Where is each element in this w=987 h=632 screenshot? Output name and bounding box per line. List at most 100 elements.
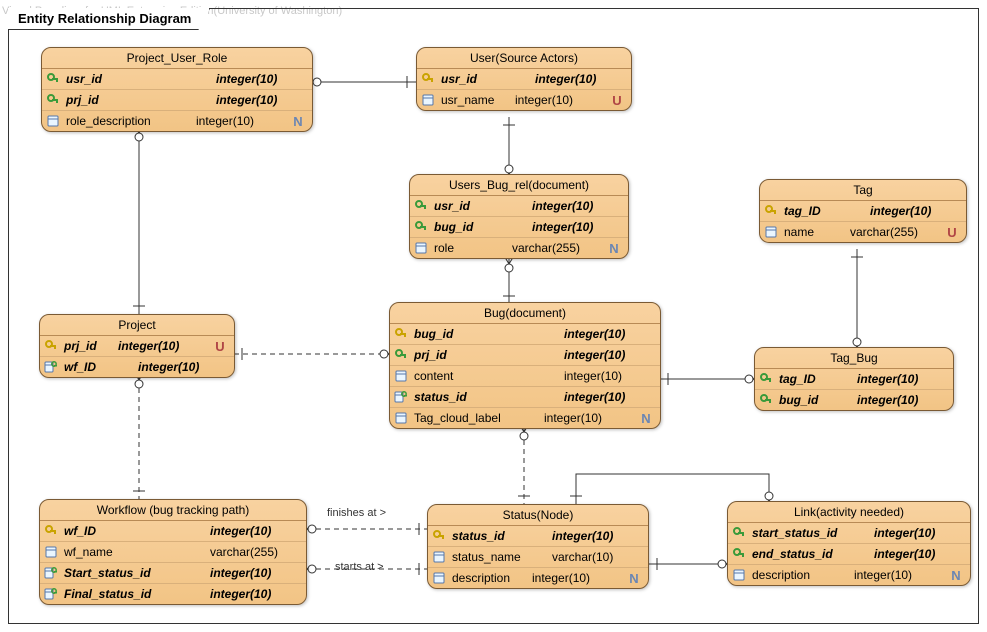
column-name: description [452, 571, 532, 585]
column-name: bug_id [434, 220, 532, 234]
column-row: usr_idinteger(10) [417, 69, 631, 90]
column-row: bug_idinteger(10) [390, 324, 660, 345]
column-type: integer(10) [535, 72, 625, 86]
column-fk-icon [44, 565, 60, 581]
column-name: prj_id [414, 348, 564, 362]
key-icon [432, 528, 448, 544]
column-type: integer(10) [138, 360, 228, 374]
column-type: integer(10) [564, 390, 654, 404]
column-icon [421, 92, 437, 108]
column-row: prj_idinteger(10) [390, 345, 660, 366]
column-row: status_idinteger(10) [428, 526, 648, 547]
key-icon [764, 203, 780, 219]
badge-nullable: N [626, 570, 642, 586]
column-row: bug_idinteger(10) [410, 217, 628, 238]
column-row: descriptioninteger(10)N [428, 568, 648, 588]
column-type: integer(10) [210, 524, 300, 538]
column-name: status_id [452, 529, 552, 543]
column-type: integer(10) [118, 339, 208, 353]
column-row: role_descriptioninteger(10) N [42, 111, 312, 131]
column-type: integer(10) [210, 566, 300, 580]
column-row: end_status_idinteger(10) [728, 544, 970, 565]
column-name: bug_id [779, 393, 857, 407]
column-row: rolevarchar(255)N [410, 238, 628, 258]
entity-title: Project_User_Role [42, 48, 312, 69]
column-row: wf_IDinteger(10) [40, 521, 306, 542]
column-name: bug_id [414, 327, 564, 341]
column-icon [432, 549, 448, 565]
fk-key-icon [394, 347, 410, 363]
key-icon [394, 326, 410, 342]
column-type: integer(10) [874, 547, 964, 561]
key-icon [44, 523, 60, 539]
entity-title: Status(Node) [428, 505, 648, 526]
column-row: Start_status_idinteger(10) [40, 563, 306, 584]
column-type: integer(10) [515, 93, 605, 107]
column-name: wf_ID [64, 360, 138, 374]
column-row: namevarchar(255)U [760, 222, 966, 242]
column-row: wf_IDinteger(10) [40, 357, 234, 377]
badge-unique: U [212, 338, 228, 354]
column-name: usr_name [441, 93, 515, 107]
column-icon [732, 567, 748, 583]
entity-user[interactable]: User(Source Actors)usr_idinteger(10)usr_… [416, 47, 632, 111]
column-icon [432, 570, 448, 586]
column-type: varchar(10) [552, 550, 642, 564]
column-row: prj_idinteger(10) [42, 90, 312, 111]
column-type: integer(10) [564, 348, 654, 362]
badge-nullable: N [290, 113, 306, 129]
column-row: start_status_idinteger(10) [728, 523, 970, 544]
column-row: status_namevarchar(10) [428, 547, 648, 568]
entity-project-user-role[interactable]: Project_User_Roleusr_idinteger(10)prj_id… [41, 47, 313, 132]
entity-users-bug-rel[interactable]: Users_Bug_rel(document)usr_idinteger(10)… [409, 174, 629, 259]
column-row: Tag_cloud_labelinteger(10)N [390, 408, 660, 428]
column-name: status_name [452, 550, 552, 564]
column-row: tag_IDinteger(10) [755, 369, 953, 390]
column-name: end_status_id [752, 547, 874, 561]
entity-title: Link(activity needed) [728, 502, 970, 523]
column-type: integer(10) [532, 220, 622, 234]
column-type: varchar(255) [512, 241, 602, 255]
rel-label-finishes: finishes at > [327, 507, 386, 519]
column-name: prj_id [66, 93, 216, 107]
entity-title: Bug(document) [390, 303, 660, 324]
key-icon [44, 338, 60, 354]
diagram-frame: Entity Relationship Diagram [8, 8, 979, 624]
column-row: usr_idinteger(10) [42, 69, 312, 90]
badge-unique: U [609, 92, 625, 108]
entity-workflow[interactable]: Workflow (bug tracking path)wf_IDinteger… [39, 499, 307, 605]
column-row: descriptioninteger(10)N [728, 565, 970, 585]
fk-key-icon [414, 219, 430, 235]
column-name: status_id [414, 390, 564, 404]
column-name: start_status_id [752, 526, 874, 540]
fk-key-icon [759, 371, 775, 387]
entity-tag[interactable]: Tagtag_IDinteger(10)namevarchar(255)U [759, 179, 967, 243]
frame-title: Entity Relationship Diagram [8, 8, 210, 30]
badge-unique: U [944, 224, 960, 240]
column-icon [46, 113, 62, 129]
column-name: tag_ID [784, 204, 870, 218]
entity-project[interactable]: Projectprj_idinteger(10)Uwf_IDinteger(10… [39, 314, 235, 378]
column-fk-icon [44, 359, 60, 375]
badge-nullable: N [638, 410, 654, 426]
column-type: integer(10) [196, 114, 286, 128]
column-type: varchar(255) [850, 225, 940, 239]
column-name: description [752, 568, 854, 582]
column-fk-icon [394, 389, 410, 405]
column-name: role_description [66, 114, 196, 128]
column-name: tag_ID [779, 372, 857, 386]
entity-link[interactable]: Link(activity needed)start_status_idinte… [727, 501, 971, 586]
column-name: wf_name [64, 545, 210, 559]
entity-title: Tag [760, 180, 966, 201]
column-row: usr_nameinteger(10) U [417, 90, 631, 110]
column-name: usr_id [441, 72, 535, 86]
rel-label-starts: starts at > [335, 561, 384, 573]
entity-tag-bug[interactable]: Tag_Bugtag_IDinteger(10)bug_idinteger(10… [754, 347, 954, 411]
column-row: bug_idinteger(10) [755, 390, 953, 410]
column-row: wf_namevarchar(255) [40, 542, 306, 563]
column-type: integer(10) [857, 393, 947, 407]
column-icon [394, 368, 410, 384]
column-icon [764, 224, 780, 240]
entity-status[interactable]: Status(Node)status_idinteger(10)status_n… [427, 504, 649, 589]
entity-bug[interactable]: Bug(document)bug_idinteger(10)prj_idinte… [389, 302, 661, 429]
